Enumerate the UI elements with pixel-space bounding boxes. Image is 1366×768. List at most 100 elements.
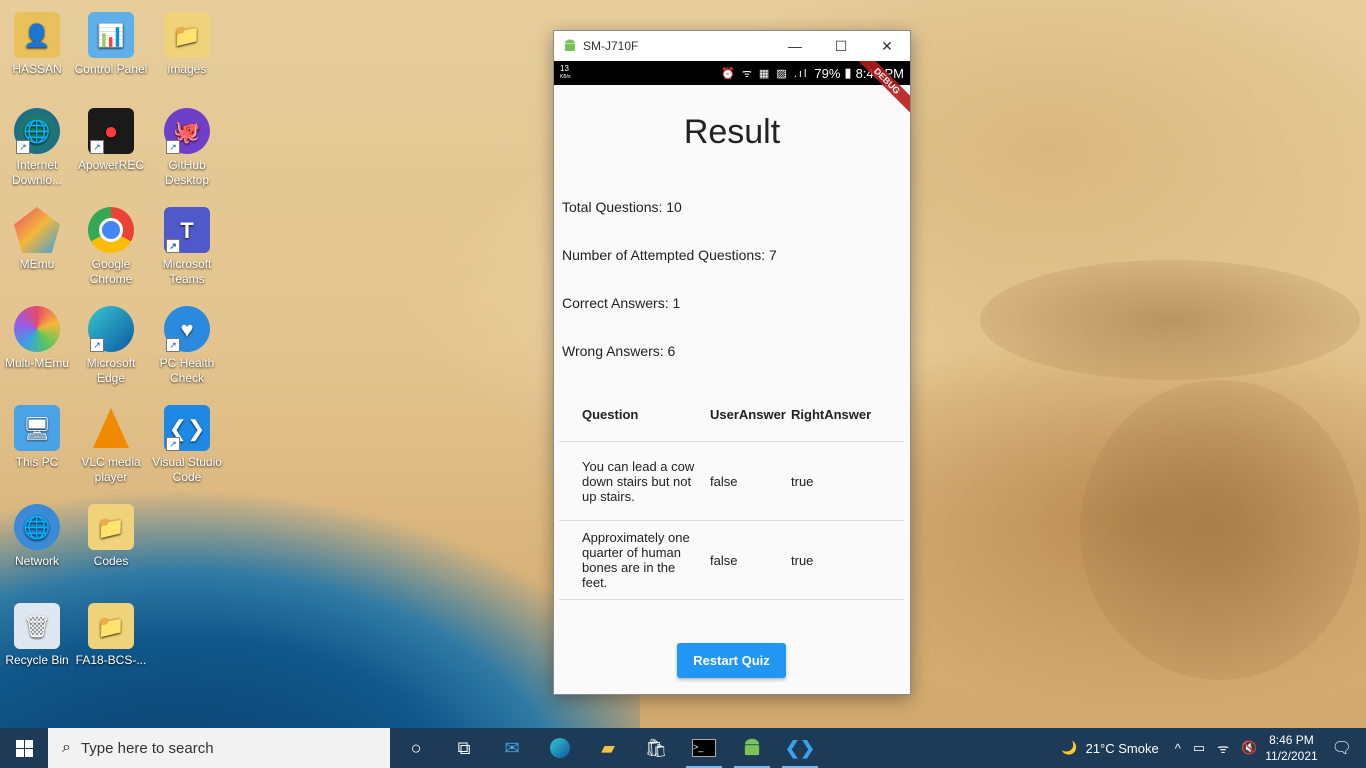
edge-icon: ↗ <box>88 306 134 352</box>
column-header-right-answer: RightAnswer <box>791 406 872 422</box>
desktop-icon-pc-health[interactable]: ♥ ↗ PC Health Check <box>150 306 224 386</box>
task-view-icon: ⧉ <box>457 737 471 758</box>
minimize-button[interactable]: — <box>772 31 818 61</box>
taskbar-mail[interactable]: ✉ <box>488 728 536 768</box>
android-icon <box>565 39 575 51</box>
desktop-icon-label: GitHub Desktop <box>164 158 210 187</box>
desktop-icon-this-pc[interactable]: 🖥 This PC <box>0 405 74 470</box>
desktop-icon-hassan[interactable]: 👤 HASSAN <box>0 12 74 77</box>
chevron-up-icon[interactable]: ^ <box>1175 741 1181 756</box>
chrome-icon <box>88 207 134 253</box>
desktop-icon-teams[interactable]: T ↗ Microsoft Teams <box>150 207 224 287</box>
taskbar-file-explorer[interactable]: ▰ <box>584 728 632 768</box>
folder-icon: 📁 <box>88 603 134 649</box>
start-button[interactable] <box>0 728 48 768</box>
volume-muted-icon[interactable]: 🔇 <box>1241 740 1257 756</box>
taskbar-android-emulator[interactable] <box>728 728 776 768</box>
desktop-icon-label: HASSAN <box>12 62 62 76</box>
close-button[interactable]: ✕ <box>864 31 910 61</box>
emulator-window: SM-J710F — ☐ ✕ 13 KB/s ⏰ ᯤ ▦ ▨ .ıl 79% ▮… <box>553 30 911 695</box>
taskbar-store[interactable]: 🛍 <box>632 728 680 768</box>
desktop-icon-label: Network <box>14 554 59 568</box>
computer-icon: 🖥 <box>14 405 60 451</box>
taskbar-edge[interactable] <box>536 728 584 768</box>
cell-user-answer: false <box>710 520 791 600</box>
moon-icon: 🌙 <box>1061 740 1078 755</box>
desktop-icon-label: Multi-MEmu <box>4 356 69 370</box>
desktop-icon-label: Visual Studio Code <box>152 455 222 484</box>
multi-memu-icon <box>14 306 60 352</box>
desktop-icon-recycle-bin[interactable]: 🗑 Recycle Bin <box>0 603 74 668</box>
cell-question: You can lead a cow down stairs but not u… <box>559 441 710 521</box>
restart-quiz-button[interactable]: Restart Quiz <box>677 643 786 678</box>
desktop-icon-fa18[interactable]: 📁 FA18-BCS-... <box>74 603 148 668</box>
search-placeholder: Type here to search <box>80 739 214 757</box>
desktop-icon-label: VLC media player <box>81 455 141 484</box>
desktop-icon-label: Google Chrome <box>89 257 133 286</box>
desktop-icon-images[interactable]: 📁 images <box>150 12 224 77</box>
cell-question: Approximately one quarter of human bones… <box>559 520 710 600</box>
desktop-icon-memu[interactable]: MEmu <box>0 207 74 272</box>
correct-answers: Correct Answers: 1 <box>562 295 681 311</box>
wifi-icon[interactable]: ᯤ <box>1217 739 1229 757</box>
network-icon: 🌐 <box>14 504 60 550</box>
recycle-bin-icon: 🗑 <box>14 603 60 649</box>
desktop-icon-github[interactable]: 🐙 ↗ GitHub Desktop <box>150 108 224 188</box>
taskbar: ⌕ Type here to search ○ ⧉ ✉ ▰ 🛍 >_ ❮❯ 🌙 … <box>0 728 1366 768</box>
cell-right-answer: true <box>791 441 904 521</box>
battery-icon: ▮ <box>844 65 852 80</box>
taskbar-search[interactable]: ⌕ Type here to search <box>48 728 390 768</box>
cell-right-answer: true <box>791 520 904 600</box>
cortana-button[interactable]: ○ <box>392 728 440 768</box>
attempted-questions: Number of Attempted Questions: 7 <box>562 247 777 263</box>
android-icon <box>744 738 760 756</box>
terminal-icon: >_ <box>692 739 716 757</box>
desktop-icon-codes[interactable]: 📁 Codes <box>74 504 148 569</box>
taskbar-clock[interactable]: 8:46 PM 11/2/2021 <box>1265 732 1318 764</box>
result-screen: Result Total Questions: 10 Number of Att… <box>554 85 910 692</box>
results-table: Question UserAnswer RightAnswer You can … <box>559 387 904 600</box>
window-titlebar[interactable]: SM-J710F — ☐ ✕ <box>554 31 910 61</box>
wallpaper-dune <box>980 260 1360 380</box>
wallpaper-dune <box>1080 380 1360 680</box>
desktop-icon-chrome[interactable]: Google Chrome <box>74 207 148 287</box>
battery-icon[interactable]: ▭ <box>1193 740 1205 756</box>
desktop-icon-label: Microsoft Teams <box>162 257 212 286</box>
wrong-answers: Wrong Answers: 6 <box>562 343 676 359</box>
taskbar-terminal[interactable]: >_ <box>680 728 728 768</box>
search-icon: ⌕ <box>62 739 71 756</box>
desktop-icon-label: ApowerREC <box>77 158 145 172</box>
desktop-icon-label: MEmu <box>19 257 55 271</box>
task-view-button[interactable]: ⧉ <box>440 728 488 768</box>
windows-icon <box>15 739 33 757</box>
network-speed: 13 KB/s <box>560 64 571 81</box>
desktop-icon-apowerrec[interactable]: ⏺ ↗ ApowerREC <box>74 108 148 173</box>
system-tray: 🌙 21°C Smoke ^ ▭ ᯤ 🔇 8:46 PM 11/2/2021 🗨 <box>1061 732 1366 764</box>
desktop-icon-label: Codes <box>93 554 129 568</box>
desktop-icon-network[interactable]: 🌐 Network <box>0 504 74 569</box>
desktop-icon-idm[interactable]: 🌐 ↗ Internet Downlo... <box>0 108 74 188</box>
battery-level: 79% <box>814 65 841 81</box>
window-title: SM-J710F <box>583 39 639 53</box>
table-row: Approximately one quarter of human bones… <box>559 520 904 600</box>
table-row: You can lead a cow down stairs but not u… <box>559 441 904 521</box>
control-panel-icon: 📊 <box>88 12 134 58</box>
desktop-icon-label: This PC <box>15 455 59 469</box>
desktop-icon-control-panel[interactable]: 📊 Control Panel <box>74 12 148 77</box>
desktop-icon-edge[interactable]: ↗ Microsoft Edge <box>74 306 148 386</box>
desktop-icon-vlc[interactable]: VLC media player <box>74 405 148 485</box>
desktop-icon-label: FA18-BCS-... <box>75 653 147 667</box>
weather-widget[interactable]: 21°C Smoke <box>1086 741 1159 756</box>
notifications-icon[interactable]: 🗨 <box>1332 738 1352 758</box>
desktop-icon-label: Microsoft Edge <box>86 356 136 385</box>
apowerrec-icon: ⏺ ↗ <box>88 108 134 154</box>
desktop-icon-multi-memu[interactable]: Multi-MEmu <box>0 306 74 371</box>
teams-icon: T ↗ <box>164 207 210 253</box>
desktop-icon-vscode[interactable]: ❮❯ ↗ Visual Studio Code <box>150 405 224 485</box>
folder-icon: 📁 <box>164 12 210 58</box>
taskbar-vscode[interactable]: ❮❯ <box>776 728 824 768</box>
phone-clock: 8:46 PM <box>855 65 904 81</box>
maximize-button[interactable]: ☐ <box>818 31 864 61</box>
folder-icon: 📁 <box>88 504 134 550</box>
store-icon: 🛍 <box>644 737 668 758</box>
